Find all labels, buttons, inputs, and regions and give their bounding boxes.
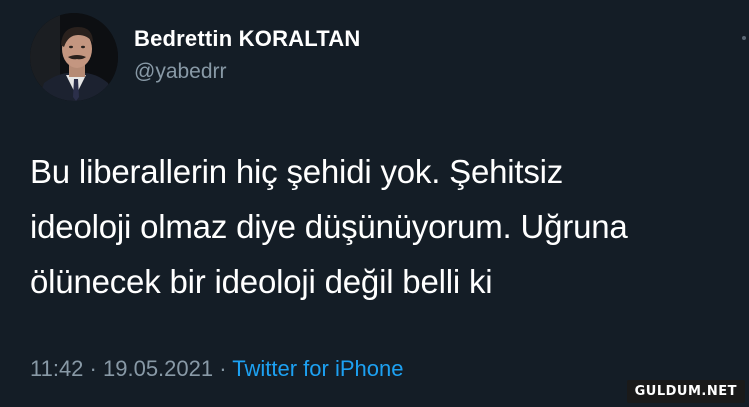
tweet-text-line: ideoloji olmaz diye düşünüyorum. Uğruna — [30, 208, 628, 245]
tweet-text: Bu liberallerin hiç şehidi yok. Şehitsiz… — [30, 144, 740, 309]
tweet-meta: 11:42 · 19.05.2021 · Twitter for iPhone — [30, 356, 403, 382]
meta-separator: · — [89, 356, 97, 381]
tweet-text-line: Bu liberallerin hiç şehidi yok. Şehitsiz — [30, 153, 564, 190]
tweet-text-line: ölünecek bir ideoloji değil belli ki — [30, 263, 493, 300]
meta-separator: · — [219, 356, 227, 381]
author-name[interactable]: Bedrettin KORALTAN — [134, 26, 360, 52]
tweet-screenshot: Bedrettin KORALTAN @yabedrr Bu liberalle… — [0, 0, 749, 407]
avatar[interactable] — [30, 13, 118, 101]
author-handle[interactable]: @yabedrr — [134, 60, 227, 84]
tweet-date[interactable]: 19.05.2021 — [103, 356, 213, 381]
avatar-portrait — [30, 13, 118, 101]
tweet-time[interactable]: 11:42 — [30, 356, 83, 381]
more-options-icon[interactable] — [742, 36, 746, 40]
tweet-source-link[interactable]: Twitter for iPhone — [232, 356, 403, 381]
watermark: GULDUM.NET — [626, 380, 745, 403]
